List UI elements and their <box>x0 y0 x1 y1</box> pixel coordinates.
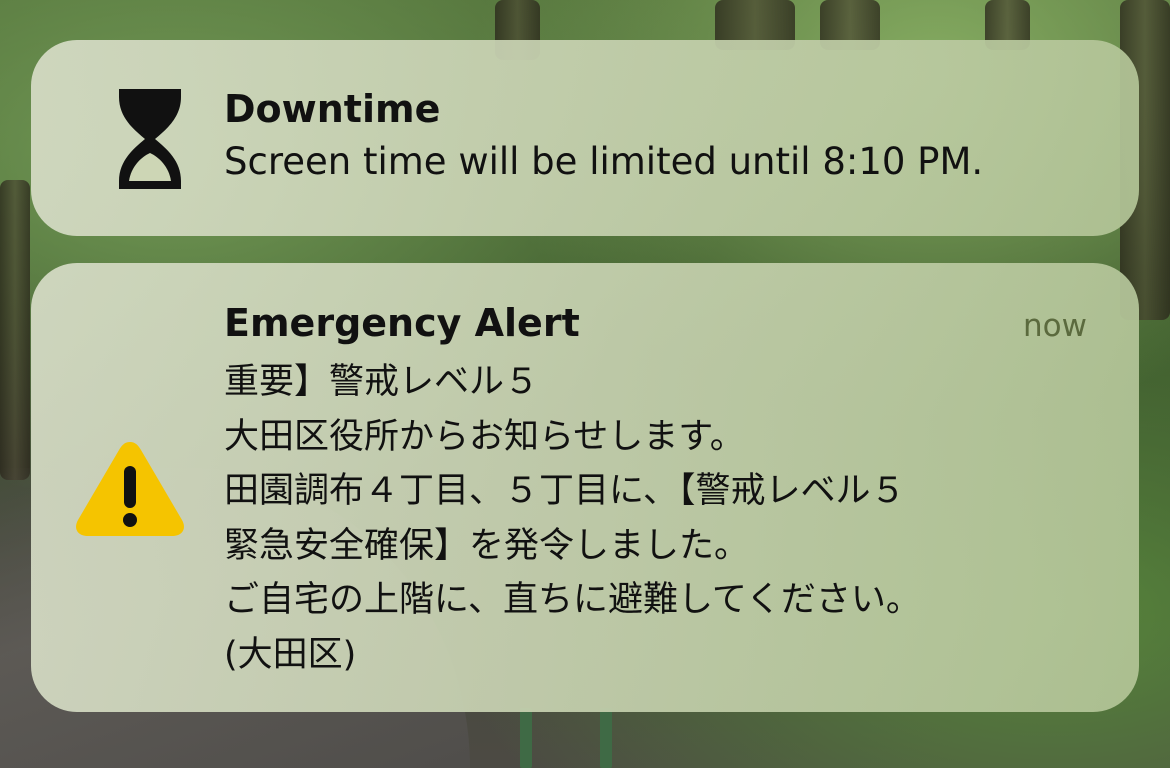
emergency-alert-notification[interactable]: Emergency Alert now 重要】警戒レベル５ 大田区役所からお知ら… <box>31 263 1139 712</box>
alert-line: 緊急安全確保】を発令しました。 <box>224 525 750 566</box>
alert-line: 田園調布４丁目、５丁目に、【警戒レベル５ <box>224 471 906 511</box>
notification-timestamp: now <box>1023 308 1087 344</box>
alert-line: 重要】警戒レベル５ <box>224 362 540 402</box>
alert-line: 大田区役所からお知らせします。 <box>224 416 745 457</box>
alert-line: ご自宅の上階に、直ちに避難してください。 <box>224 580 921 620</box>
warning-triangle-icon <box>71 433 189 543</box>
alert-message: 重要】警戒レベル５ 大田区役所からお知らせします。 田園調布４丁目、５丁目に、【… <box>224 355 1104 682</box>
notification-title: Emergency Alert <box>224 301 580 345</box>
fence-post <box>520 708 532 768</box>
tree-trunk <box>0 180 30 480</box>
fence-post <box>600 708 612 768</box>
downtime-notification[interactable]: Downtime Screen time will be limited unt… <box>31 40 1139 236</box>
hourglass-icon <box>91 80 209 198</box>
alert-line: (大田区) <box>224 634 357 675</box>
notification-title: Downtime <box>224 87 441 131</box>
notification-message: Screen time will be limited until 8:10 P… <box>224 140 984 183</box>
